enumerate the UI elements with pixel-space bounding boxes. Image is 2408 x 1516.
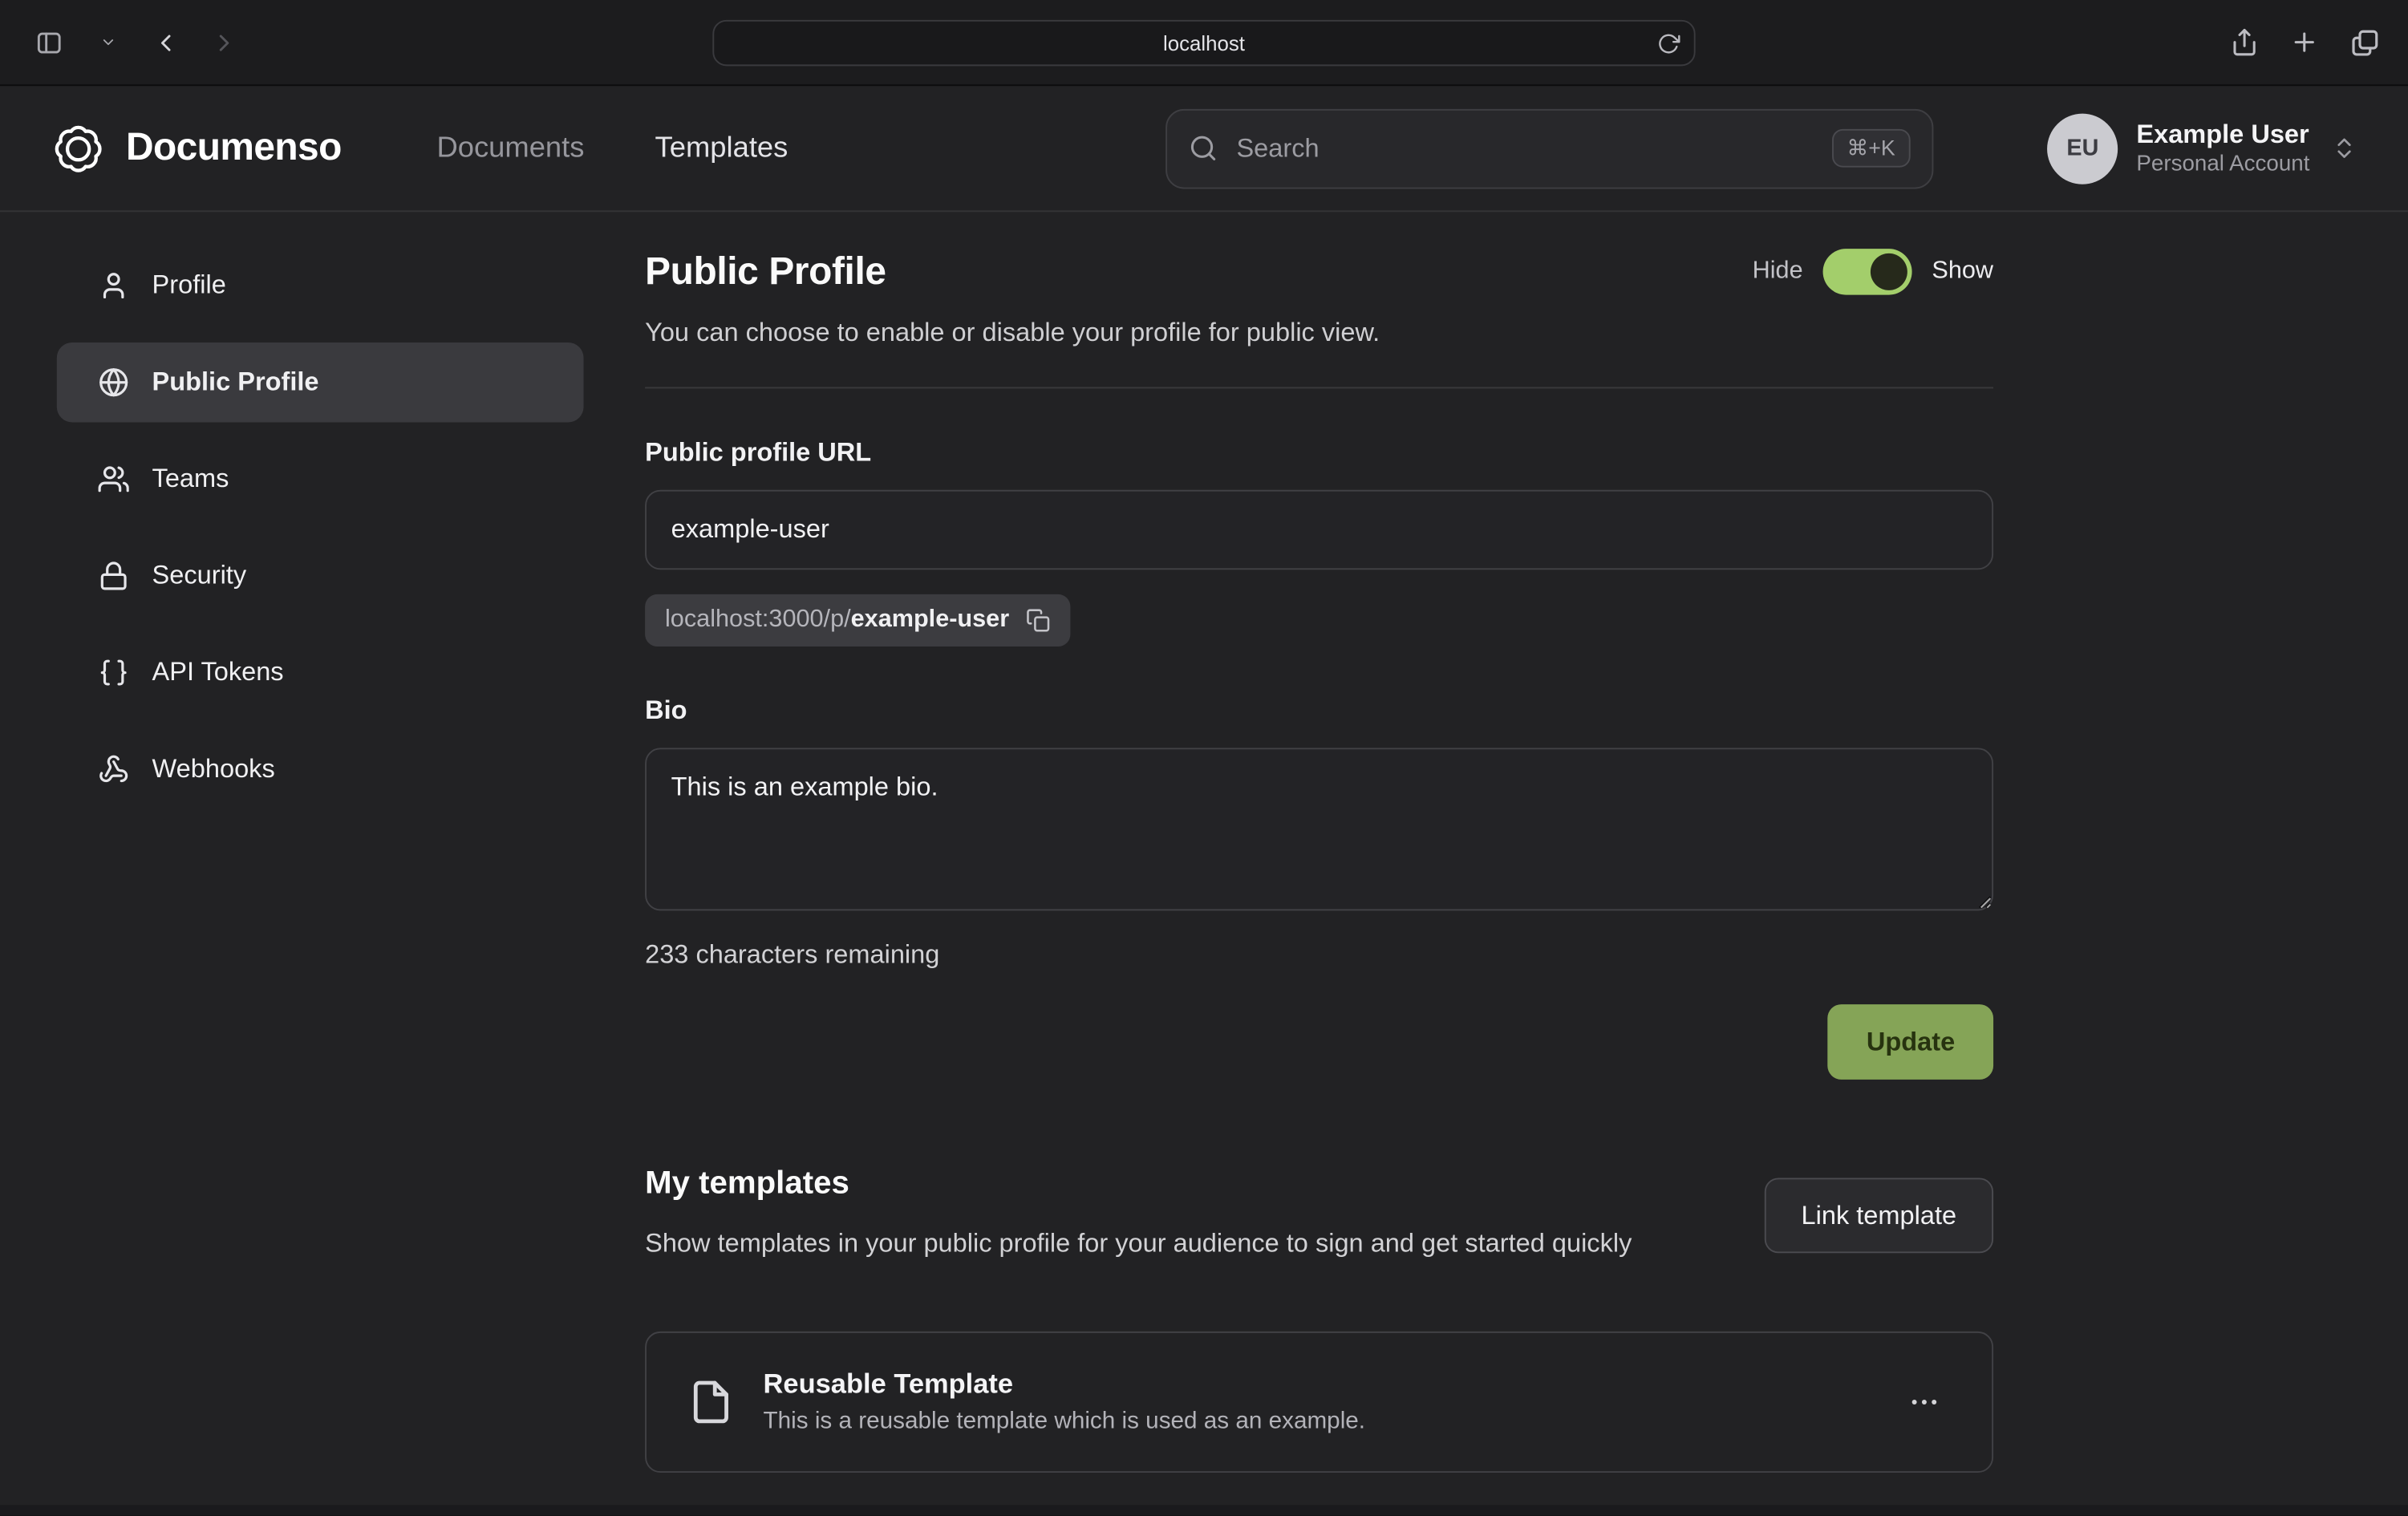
nav-templates[interactable]: Templates	[655, 132, 788, 165]
brand-name: Documenso	[126, 126, 342, 171]
window-bottom-edge	[0, 1505, 2408, 1515]
search-input[interactable]: Search ⌘+K	[1165, 108, 1933, 188]
toggle-knob	[1871, 253, 1907, 290]
sidebar-item-label: Webhooks	[152, 754, 275, 784]
documenso-logo-icon	[51, 120, 106, 176]
update-button[interactable]: Update	[1828, 1004, 1993, 1080]
share-icon[interactable]	[2230, 26, 2259, 59]
braces-icon	[99, 657, 129, 687]
tabs-overview-icon[interactable]	[2349, 27, 2380, 58]
nav-documents[interactable]: Documents	[436, 132, 584, 165]
users-icon	[99, 464, 129, 494]
template-card: Reusable Template This is a reusable tem…	[645, 1332, 1993, 1473]
sidebar-item-label: API Tokens	[152, 657, 284, 687]
toolbar-chevron-down-icon[interactable]	[86, 21, 129, 64]
browser-toolbar: localhost	[0, 0, 2408, 86]
app-header: Documenso Documents Templates Search ⌘+K…	[0, 86, 2408, 212]
user-name: Example User	[2136, 118, 2309, 151]
top-nav: Documents Templates	[436, 132, 788, 165]
sidebar-item-security[interactable]: Security	[57, 536, 584, 616]
back-button[interactable]	[144, 21, 188, 64]
public-profile-settings: Public Profile Hide Show You can choose …	[645, 249, 1993, 1473]
user-account-type: Personal Account	[2136, 151, 2309, 179]
url-prefix: localhost:3000/p/example-user	[665, 606, 1009, 634]
hide-label: Hide	[1753, 258, 1803, 286]
search-shortcut-badge: ⌘+K	[1831, 129, 1911, 168]
sidebar-item-teams[interactable]: Teams	[57, 440, 584, 520]
sidebar-item-label: Public Profile	[152, 367, 319, 398]
copy-icon[interactable]	[1026, 608, 1051, 633]
sidebar-item-label: Teams	[152, 464, 229, 494]
settings-sidebar: Profile Public Profile Teams Security	[57, 245, 584, 826]
sidebar-item-api-tokens[interactable]: API Tokens	[57, 633, 584, 713]
forward-button[interactable]	[203, 21, 246, 64]
url-field-label: Public profile URL	[645, 438, 1993, 468]
show-label: Show	[1932, 258, 1993, 286]
page-subtitle: You can choose to enable or disable your…	[645, 318, 1993, 348]
template-description: This is a reusable template which is use…	[764, 1409, 1366, 1436]
lock-icon	[99, 561, 129, 591]
public-profile-url-input[interactable]	[645, 490, 1993, 570]
visibility-toggle[interactable]	[1822, 249, 1911, 294]
divider	[645, 387, 1993, 388]
bio-textarea[interactable]: This is an example bio.	[645, 748, 1993, 910]
file-icon	[688, 1380, 734, 1425]
webhook-icon	[99, 754, 129, 784]
user-icon	[99, 270, 129, 301]
profile-visibility-control: Hide Show	[1753, 249, 1993, 294]
search-icon	[1189, 134, 1218, 163]
profile-url-preview[interactable]: localhost:3000/p/example-user	[645, 594, 1071, 647]
link-template-button[interactable]: Link template	[1765, 1178, 1994, 1253]
address-bar[interactable]: localhost	[712, 20, 1695, 66]
sidebar-item-label: Profile	[152, 270, 226, 301]
more-options-icon[interactable]	[1898, 1376, 1950, 1429]
new-tab-icon[interactable]	[2290, 27, 2319, 56]
globe-icon	[99, 367, 129, 398]
bio-field-label: Bio	[645, 695, 1993, 726]
settings-layout: Profile Public Profile Teams Security	[0, 212, 2408, 1473]
page-title: Public Profile	[645, 249, 886, 294]
screen: localhost Documen	[0, 0, 2408, 1516]
sidebar-toggle-icon[interactable]	[27, 21, 71, 64]
my-templates-title: My templates	[645, 1165, 1632, 1202]
search-placeholder: Search	[1236, 133, 1319, 164]
sidebar-item-webhooks[interactable]: Webhooks	[57, 729, 584, 809]
sidebar-item-label: Security	[152, 561, 247, 591]
reload-icon[interactable]	[1657, 32, 1680, 55]
brand[interactable]: Documenso	[51, 120, 342, 176]
characters-remaining: 233 characters remaining	[645, 940, 1993, 971]
my-templates-description: Show templates in your public profile fo…	[645, 1224, 1632, 1264]
template-name: Reusable Template	[764, 1369, 1366, 1401]
chevrons-up-down-icon	[2331, 135, 2357, 161]
sidebar-item-public-profile[interactable]: Public Profile	[57, 343, 584, 423]
avatar: EU	[2047, 113, 2118, 184]
user-menu[interactable]: EU Example User Personal Account	[2047, 113, 2357, 184]
sidebar-item-profile[interactable]: Profile	[57, 245, 584, 326]
address-url: localhost	[1163, 31, 1245, 55]
url-slug: example-user	[851, 606, 1010, 633]
